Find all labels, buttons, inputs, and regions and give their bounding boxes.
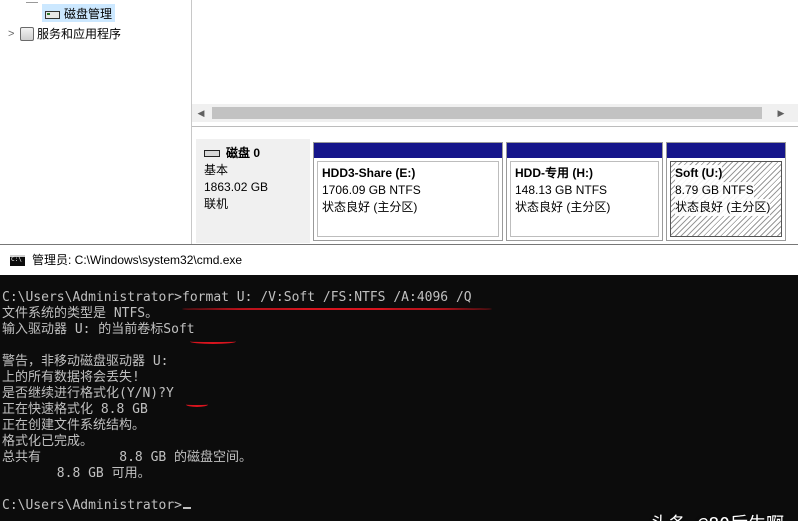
console-line: 正在创建文件系统结构。 — [2, 418, 146, 433]
disk-management-icon — [44, 8, 60, 20]
scrollbar-thumb[interactable] — [212, 107, 762, 119]
watermark: 头条 @80后生啊 — [651, 510, 784, 521]
partition-u-selected[interactable]: Soft (U:) 8.79 GB NTFS 状态良好 (主分区) — [666, 142, 786, 241]
partition-detail: 8.79 GB NTFS — [675, 182, 754, 199]
partition-body: HDD-专用 (H:) 148.13 GB NTFS 状态良好 (主分区) — [510, 161, 659, 237]
console-prompt: C:\Users\Administrator> — [2, 498, 183, 513]
console-line: 格式化已完成。 — [2, 434, 94, 449]
partition-status: 状态良好 (主分区) — [515, 200, 611, 214]
disk-status: 联机 — [204, 197, 229, 211]
text-cursor — [183, 507, 192, 509]
partition-detail: 148.13 GB NTFS — [515, 183, 608, 197]
partition-name: HDD-专用 (H:) — [515, 166, 593, 180]
scroll-left-arrow-icon[interactable]: ◀ — [192, 104, 210, 122]
partition-body: Soft (U:) 8.79 GB NTFS 状态良好 (主分区) — [670, 161, 782, 237]
disk-size: 1863.02 GB — [204, 180, 269, 194]
console-line: 正在快速格式化 8.8 GB — [2, 402, 148, 417]
tree-item-label: 服务和应用程序 — [37, 26, 122, 41]
partition-name: HDD3-Share (E:) — [322, 166, 416, 180]
annotation-underline-confirm — [186, 402, 208, 407]
partition-detail: 1706.09 GB NTFS — [322, 183, 421, 197]
console-line: 警告，非移动磁盘驱动器 U: — [2, 354, 169, 369]
partition-name: Soft (U:) — [675, 165, 723, 182]
services-icon — [20, 26, 34, 41]
horizontal-scrollbar[interactable]: ◀ ▶ — [192, 104, 798, 122]
partition-status: 状态良好 (主分区) — [675, 199, 771, 216]
console-line: 8.8 GB 可用。 — [2, 466, 151, 481]
window-title: 管理员: C:\Windows\system32\cmd.exe — [32, 253, 243, 267]
console-line: 输入驱动器 U: 的当前卷标Soft — [2, 322, 195, 337]
console-line: 文件系统的类型是 NTFS。 — [2, 306, 159, 321]
command-prompt-icon: C:\ — [10, 255, 25, 266]
disk-info[interactable]: 磁盘 0 基本 1863.02 GB 联机 — [196, 139, 310, 243]
partition-bar — [667, 143, 785, 158]
disk-type: 基本 — [204, 163, 229, 177]
console-line: 上的所有数据将会丢失! — [2, 370, 140, 385]
annotation-underline-command — [182, 308, 492, 310]
disk-title: 磁盘 0 — [226, 146, 261, 160]
partition-body: HDD3-Share (E:) 1706.09 GB NTFS 状态良好 (主分… — [317, 161, 499, 237]
cmd-title-bar[interactable]: C:\ 管理员: C:\Windows\system32\cmd.exe — [0, 244, 798, 275]
cmd-window: C:\ 管理员: C:\Windows\system32\cmd.exe C:\… — [0, 244, 798, 521]
partition-e[interactable]: HDD3-Share (E:) 1706.09 GB NTFS 状态良好 (主分… — [313, 142, 503, 241]
tree-item-services-and-applications[interactable]: > 服务和应用程序 — [8, 24, 121, 42]
tree-item-label: 磁盘管理 — [64, 6, 113, 21]
console-line: 总共有 8.8 GB 的磁盘空间。 — [2, 450, 253, 465]
partition-h[interactable]: HDD-专用 (H:) 148.13 GB NTFS 状态良好 (主分区) — [506, 142, 663, 241]
disk-management-window: 磁盘管理 > 服务和应用程序 ◀ ▶ 磁盘 0 基本 1863.02 GB 联机 … — [0, 0, 798, 244]
navigation-tree: 磁盘管理 > 服务和应用程序 — [0, 0, 192, 244]
console-line: 是否继续进行格式化(Y/N)?Y — [2, 386, 174, 401]
console-prompt-line: C:\Users\Administrator> — [2, 498, 192, 514]
disk-layout-panel: 磁盘 0 基本 1863.02 GB 联机 HDD3-Share (E:) 17… — [192, 126, 798, 244]
scroll-right-arrow-icon[interactable]: ▶ — [772, 104, 790, 122]
hard-disk-icon — [204, 148, 220, 158]
annotation-underline-label — [190, 339, 236, 344]
chevron-right-icon[interactable]: > — [8, 25, 20, 43]
partition-status: 状态良好 (主分区) — [322, 200, 418, 214]
partition-bar — [314, 143, 502, 158]
console-line: C:\Users\Administrator>format U: /V:Soft… — [2, 290, 472, 305]
tree-item-disk-management[interactable]: 磁盘管理 — [42, 4, 116, 22]
command-prompt-icon-label: C:\ — [11, 256, 22, 263]
console-output[interactable]: C:\Users\Administrator>format U: /V:Soft… — [0, 275, 798, 521]
tree-connector — [26, 0, 38, 3]
partition-bar — [507, 143, 662, 158]
